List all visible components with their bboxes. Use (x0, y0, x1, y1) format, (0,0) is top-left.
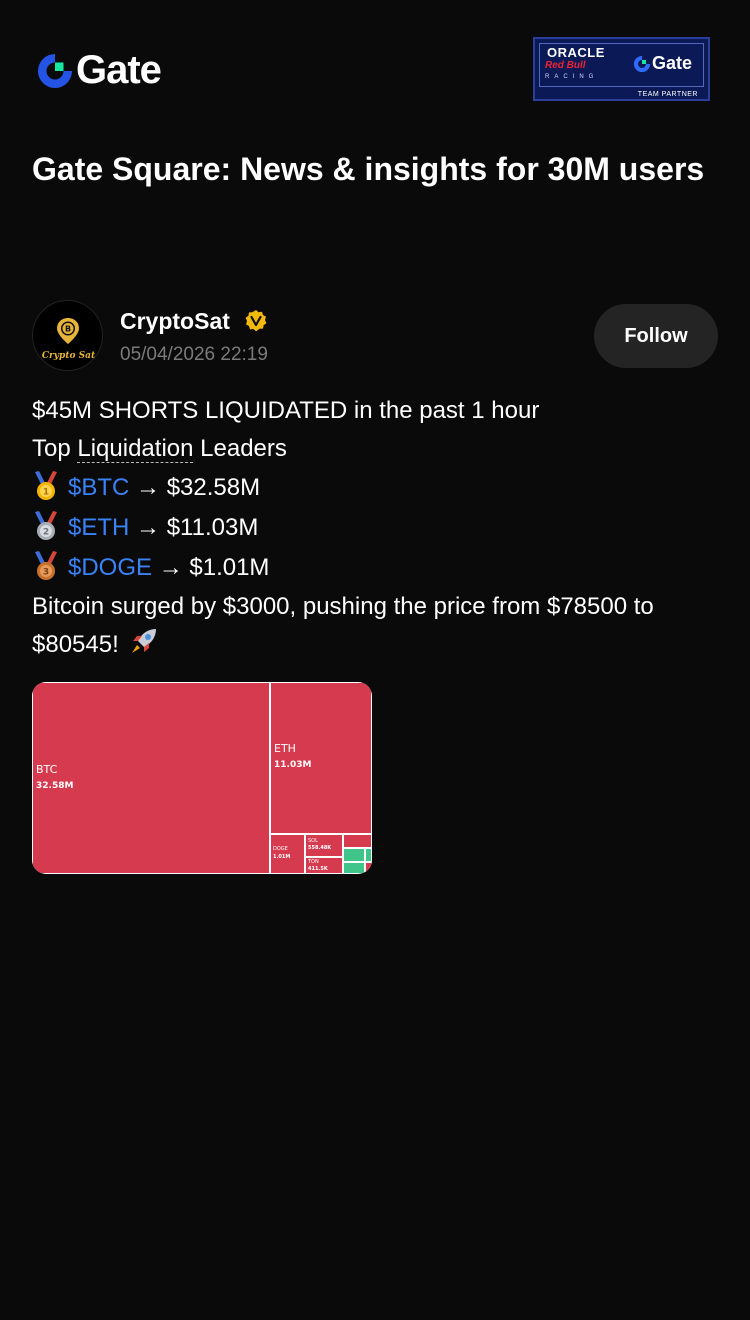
leader-amount: → $1.01M (152, 554, 270, 581)
post-body: $45M SHORTS LIQUIDATED in the past 1 hou… (32, 392, 722, 664)
author-row: B Crypto Sat CryptoSat 05/04/2026 22:19 … (32, 300, 718, 372)
gate-logo-icon (633, 55, 651, 72)
team-partner-label: TEAM PARTNER (637, 91, 698, 98)
gate-logo[interactable]: Gate (36, 48, 162, 93)
heatmap-cell-long (344, 863, 364, 873)
heatmap-value: 1.01M (273, 854, 291, 860)
post-headline: $45M SHORTS LIQUIDATED in the past 1 hou… (32, 397, 540, 424)
gold-medal-icon: 1 (35, 471, 57, 500)
post-date: 05/04/2026 22:19 (120, 344, 268, 365)
post-summary-end: $80545! (32, 626, 722, 664)
partner-gate-logo: Gate (633, 53, 692, 74)
partner-gate-text: Gate (652, 53, 693, 73)
heatmap-value: 411.5K (308, 866, 328, 872)
rocket-icon (132, 629, 157, 653)
racing-label: RACING (545, 74, 599, 80)
heatmap-value: 558.48K (308, 845, 332, 851)
leader-row: 1 $BTC → $32.58M (32, 468, 722, 508)
page-title: Gate Square: News & insights for 30M use… (32, 151, 705, 187)
heatmap-value: 11.03M (274, 760, 312, 770)
gate-logo-text: Gate (76, 48, 162, 92)
verified-badge-icon (245, 310, 267, 332)
heatmap-cell-doge: DOGE 1.01M (271, 835, 304, 873)
heatmap-cell-small (366, 863, 371, 873)
heatmap-cell-eth: ETH 11.03M (271, 683, 371, 833)
follow-button[interactable]: Follow (594, 304, 718, 368)
leader-amount: → $32.58M (129, 474, 261, 501)
heatmap-value: 32.58M (36, 781, 74, 791)
team-partner-banner[interactable]: ORACLE Red Bull RACING Gate TEAM PARTNER (533, 37, 710, 101)
svg-text:B: B (65, 325, 71, 334)
silver-medal-icon: 2 (35, 511, 57, 540)
leader-row: 3 $DOGE → $1.01M (32, 548, 722, 588)
map-pin-coin-icon: B (57, 318, 79, 344)
liquidation-heatmap-image[interactable]: BTC 32.58M ETH 11.03M DOGE 1.01M SOL 558… (32, 682, 372, 874)
ticker-link[interactable]: $DOGE (68, 554, 152, 581)
heatmap-label: BTC (36, 763, 58, 776)
heatmap-cell-btc: BTC 32.58M (33, 683, 269, 873)
heatmap-cell-small (344, 835, 371, 847)
heatmap-label: DOGE (273, 846, 288, 852)
leader-amount: → $11.03M (129, 514, 259, 541)
leader-row: 2 $ETH → $11.03M (32, 508, 722, 548)
gate-logo-icon (38, 53, 72, 88)
subheading-suffix: Leaders (193, 435, 287, 462)
heatmap-cell-long (366, 849, 371, 861)
heatmap-cell-ton: TON 411.5K (306, 858, 342, 873)
post-summary-line: Bitcoin surged by $3000, pushing the pri… (32, 593, 654, 620)
heatmap-label: TON (308, 859, 319, 865)
subheading-prefix: Top (32, 435, 78, 462)
avatar-label: Crypto Sat (41, 351, 96, 361)
heatmap-cell-long (344, 849, 364, 861)
post-subheading: Top Liquidation Leaders (32, 430, 722, 468)
redbull-logo: Red Bull (545, 60, 586, 71)
header: Gate ORACLE Red Bull RACING Gate TEAM PA… (0, 0, 750, 120)
heatmap-cell-sol: SOL 558.48K (306, 835, 342, 856)
ticker-link[interactable]: $BTC (68, 474, 129, 501)
svg-text:1: 1 (43, 488, 49, 498)
heatmap-label: SOL (308, 838, 318, 844)
svg-text:3: 3 (43, 568, 49, 578)
ticker-link[interactable]: $ETH (68, 514, 129, 541)
post-summary-end-text: $80545! (32, 631, 126, 658)
heatmap-label: ETH (274, 742, 296, 755)
author-name[interactable]: CryptoSat (120, 308, 230, 335)
svg-text:2: 2 (43, 528, 49, 538)
liquidation-link[interactable]: Liquidation (77, 435, 194, 463)
avatar[interactable]: B Crypto Sat (32, 300, 103, 371)
bronze-medal-icon: 3 (35, 551, 57, 580)
oracle-logo: ORACLE (547, 45, 605, 60)
